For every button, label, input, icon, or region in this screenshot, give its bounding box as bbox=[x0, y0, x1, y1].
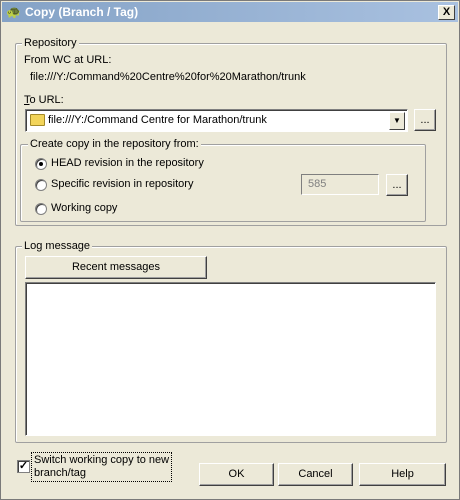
revision-input[interactable]: 585 bbox=[301, 174, 379, 195]
tortoise-icon: 🐢 bbox=[6, 5, 21, 19]
head-revision-radio[interactable] bbox=[35, 158, 47, 170]
cancel-button[interactable]: Cancel bbox=[278, 463, 353, 486]
log-message-textarea[interactable] bbox=[25, 282, 436, 436]
switch-working-copy-label[interactable]: Switch working copy to new branch/tag bbox=[34, 454, 170, 480]
browse-url-button[interactable]: ... bbox=[414, 109, 436, 131]
from-url-value: file:///Y:/Command%20Centre%20for%20Mara… bbox=[30, 71, 306, 83]
ok-button[interactable]: OK bbox=[199, 463, 274, 486]
folder-icon bbox=[30, 114, 45, 126]
window-title: Copy (Branch / Tag) bbox=[25, 5, 139, 19]
close-button[interactable]: X bbox=[438, 5, 455, 20]
title-bar[interactable]: 🐢 Copy (Branch / Tag) X bbox=[2, 2, 458, 22]
head-revision-label[interactable]: HEAD revision in the repository bbox=[51, 157, 204, 169]
recent-messages-button[interactable]: Recent messages bbox=[25, 256, 207, 279]
switch-working-copy-checkbox[interactable]: ✓ bbox=[17, 460, 30, 473]
working-copy-label[interactable]: Working copy bbox=[51, 202, 117, 214]
copy-dialog: 🐢 Copy (Branch / Tag) X Repository From … bbox=[0, 0, 460, 500]
log-message-group-label: Log message bbox=[22, 240, 93, 252]
help-button[interactable]: Help bbox=[359, 463, 446, 486]
to-url-input[interactable]: file:///Y:/Command Centre for Marathon/t… bbox=[48, 114, 267, 126]
chevron-down-icon[interactable]: ▼ bbox=[389, 112, 405, 130]
to-url-label: To URL: bbox=[24, 94, 64, 106]
to-url-label-mnemonic: T bbox=[24, 94, 30, 106]
browse-revision-button[interactable]: ... bbox=[386, 174, 408, 196]
to-url-combobox[interactable]: file:///Y:/Command Centre for Marathon/t… bbox=[25, 109, 408, 132]
specific-revision-label[interactable]: Specific revision in repository bbox=[51, 178, 193, 190]
repository-group-label: Repository bbox=[22, 37, 79, 49]
working-copy-radio[interactable] bbox=[35, 203, 47, 215]
from-url-label: From WC at URL: bbox=[24, 54, 112, 66]
specific-revision-radio[interactable] bbox=[35, 179, 47, 191]
create-copy-group-label: Create copy in the repository from: bbox=[28, 138, 201, 150]
